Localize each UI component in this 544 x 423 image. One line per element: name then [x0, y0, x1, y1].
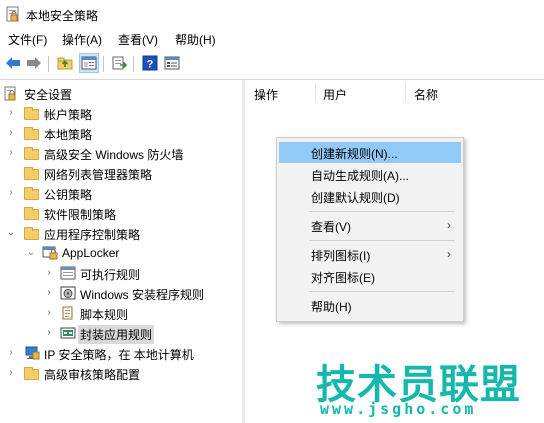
- watermark-url: www.jsgho.com: [320, 400, 477, 418]
- chevron-right-icon[interactable]: ›: [6, 107, 16, 119]
- folder-icon: [24, 147, 39, 160]
- window-title: 本地安全策略: [26, 9, 99, 23]
- toolbar: ?: [0, 49, 544, 80]
- tree-item-label: 应用程序控制策略: [44, 228, 141, 242]
- submenu-arrow-icon: ›: [447, 247, 451, 261]
- menu-separator: [309, 291, 455, 292]
- watermark-logo: 技术员联盟 www.jsgho.com: [316, 352, 542, 420]
- toolbar-separator: [103, 56, 104, 72]
- script-rules-icon: [60, 306, 76, 320]
- packaged-app-rules-icon: [60, 326, 76, 340]
- chevron-right-icon[interactable]: ›: [6, 127, 16, 139]
- menu-item-help[interactable]: 帮助(H): [279, 295, 461, 316]
- tree-item-label: AppLocker: [62, 246, 120, 260]
- up-folder-icon[interactable]: [56, 54, 74, 72]
- chevron-right-icon[interactable]: ›: [44, 267, 54, 279]
- menu-separator: [309, 211, 455, 212]
- chevron-right-icon[interactable]: ›: [6, 147, 16, 159]
- security-settings-icon: [4, 86, 20, 101]
- menu-file[interactable]: 文件(F): [8, 31, 47, 48]
- toolbar-separator: [133, 56, 134, 72]
- tree-item-label: 帐户策略: [44, 108, 93, 122]
- folder-lock-icon: [24, 127, 39, 140]
- folder-lock-icon: [24, 107, 39, 120]
- tree-pane: 安全设置 › 帐户策略 › 本地策略 › 高级安全 Windows 防火墙 网络…: [0, 80, 242, 423]
- tree-item-label: 网络列表管理器策略: [44, 168, 153, 182]
- menu-view[interactable]: 查看(V): [118, 31, 158, 48]
- svg-text:?: ?: [147, 59, 154, 71]
- ip-security-icon: [24, 346, 40, 360]
- security-policy-app-icon: [6, 6, 20, 25]
- tree-item-firewall[interactable]: › 高级安全 Windows 防火墙: [0, 143, 242, 163]
- column-divider[interactable]: [405, 84, 406, 102]
- menu-help[interactable]: 帮助(H): [175, 31, 216, 48]
- tree-item-local-policy[interactable]: › 本地策略: [0, 123, 242, 143]
- tree-item-label: 公钥策略: [44, 188, 93, 202]
- folder-icon: [24, 167, 39, 180]
- folder-icon: [24, 227, 39, 240]
- tree-item-account-policy[interactable]: › 帐户策略: [0, 103, 242, 123]
- tree-item-label: 高级审核策略配置: [44, 368, 141, 382]
- chevron-down-icon[interactable]: ⌄: [6, 227, 16, 239]
- chevron-right-icon[interactable]: ›: [44, 307, 54, 319]
- menu-item-auto-generate-rules[interactable]: 自动生成规则(A)...: [279, 164, 461, 185]
- tree-item-label: IP 安全策略，在 本地计算机: [44, 348, 194, 362]
- tree-item-label: 安全设置: [24, 88, 73, 102]
- tree-item-label: 脚本规则: [80, 308, 129, 322]
- tree-item-security-settings[interactable]: 安全设置: [0, 83, 242, 103]
- chevron-right-icon[interactable]: ›: [6, 367, 16, 379]
- executable-rules-icon: [60, 266, 76, 280]
- menu-item-line-up-icons[interactable]: 对齐图标(E): [279, 266, 461, 287]
- tree-item-applocker[interactable]: ⌄ AppLocker: [0, 243, 242, 263]
- submenu-arrow-icon: ›: [447, 218, 451, 232]
- tree-item-installer-rules[interactable]: › Windows 安装程序规则: [0, 283, 242, 303]
- chevron-right-icon[interactable]: ›: [44, 287, 54, 299]
- menu-item-create-new-rule[interactable]: 创建新规则(N)...: [279, 142, 461, 163]
- tree-item-label: 软件限制策略: [44, 208, 117, 222]
- menu-bar: 文件(F) 操作(A) 查看(V) 帮助(H): [0, 28, 544, 48]
- installer-rules-icon: [60, 286, 76, 300]
- tree-item-app-control[interactable]: ⌄ 应用程序控制策略: [0, 223, 242, 243]
- tree-item-public-key[interactable]: › 公钥策略: [0, 183, 242, 203]
- chevron-down-icon[interactable]: ⌄: [26, 247, 36, 259]
- tree-item-software-restriction[interactable]: 软件限制策略: [0, 203, 242, 223]
- column-divider[interactable]: [315, 84, 316, 102]
- tree-item-label: 可执行规则: [80, 268, 141, 282]
- column-header-action[interactable]: 操作: [254, 86, 278, 103]
- menu-item-view[interactable]: 查看(V) ›: [279, 215, 461, 236]
- tree-item-script-rules[interactable]: › 脚本规则: [0, 303, 242, 323]
- column-header-name[interactable]: 名称: [414, 86, 438, 103]
- tree-item-ip-security[interactable]: › IP 安全策略，在 本地计算机: [0, 343, 242, 363]
- title-bar: 本地安全策略: [0, 0, 544, 28]
- export-list-icon[interactable]: [110, 54, 128, 72]
- show-hide-tree-icon[interactable]: [79, 53, 99, 73]
- tree-item-label: Windows 安装程序规则: [80, 288, 205, 302]
- chevron-right-icon[interactable]: ›: [6, 187, 16, 199]
- folder-icon: [24, 367, 39, 380]
- chevron-right-icon[interactable]: ›: [44, 327, 54, 339]
- column-header-user[interactable]: 用户: [323, 86, 347, 103]
- context-menu: 创建新规则(N)... 自动生成规则(A)... 创建默认规则(D) 查看(V)…: [276, 137, 464, 322]
- tree-item-advanced-audit[interactable]: › 高级审核策略配置: [0, 363, 242, 383]
- forward-arrow-icon[interactable]: [25, 54, 43, 72]
- tree-item-label: 本地策略: [44, 128, 93, 142]
- menu-item-arrange-icons[interactable]: 排列图标(I) ›: [279, 244, 461, 265]
- menu-separator: [309, 240, 455, 241]
- applocker-icon: [42, 246, 58, 260]
- tree-item-label: 高级安全 Windows 防火墙: [44, 148, 184, 162]
- chevron-right-icon[interactable]: ›: [6, 347, 16, 359]
- tree-item-label: 封装应用规则: [78, 325, 155, 344]
- toolbar-separator: [48, 56, 49, 72]
- menu-action[interactable]: 操作(A): [62, 31, 102, 48]
- help-icon[interactable]: ?: [141, 54, 159, 72]
- tree-item-packaged-app-rules[interactable]: › 封装应用规则: [0, 323, 242, 344]
- tree-item-network-list[interactable]: 网络列表管理器策略: [0, 163, 242, 183]
- folder-icon: [24, 207, 39, 220]
- tree-item-executable-rules[interactable]: › 可执行规则: [0, 263, 242, 283]
- folder-icon: [24, 187, 39, 200]
- menu-item-create-default-rules[interactable]: 创建默认规则(D): [279, 186, 461, 207]
- back-arrow-icon[interactable]: [4, 54, 22, 72]
- properties-icon[interactable]: [163, 54, 181, 72]
